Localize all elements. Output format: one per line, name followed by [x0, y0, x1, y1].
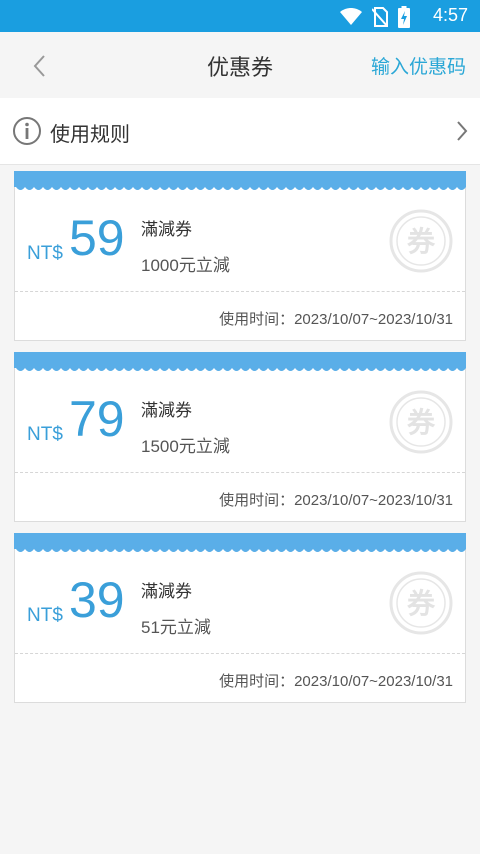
- back-button[interactable]: [28, 52, 52, 80]
- coupon-date-range: 2023/10/07~2023/10/31: [294, 311, 453, 328]
- chevron-right-icon: [457, 121, 468, 141]
- coupon-currency: NT$: [27, 424, 63, 445]
- coupon-amount: 79: [69, 391, 125, 447]
- coupon-stamp-text: 券: [407, 406, 436, 439]
- status-time: 4:57: [432, 5, 468, 25]
- coupon-description: 1500元立減: [141, 437, 230, 456]
- wifi-icon: [340, 8, 362, 25]
- coupon-currency: NT$: [27, 243, 63, 264]
- coupon-card[interactable]: NT$ 39 滿減券 51元立減 券 使用时间：2023/10/07~2023/…: [14, 533, 466, 703]
- coupon-description: 1000元立減: [141, 256, 230, 275]
- coupon-wave-edge: [14, 533, 466, 552]
- coupon-stamp-icon: 券: [389, 209, 453, 273]
- coupon-amount: 39: [69, 572, 125, 628]
- coupon-amount: 59: [69, 210, 125, 266]
- status-bar: 4:57: [0, 0, 480, 32]
- coupon-validity: 使用时间：2023/10/07~2023/10/31: [219, 489, 453, 510]
- coupon-date-label: 使用时间：: [219, 673, 295, 690]
- coupon-stamp-icon: 券: [389, 390, 453, 454]
- coupon-stamp-icon: 券: [389, 571, 453, 635]
- usage-rules-row[interactable]: 使用规则: [0, 98, 480, 165]
- coupon-divider: [15, 653, 465, 654]
- coupon-date-range: 2023/10/07~2023/10/31: [294, 492, 453, 509]
- usage-rules-label: 使用规则: [50, 124, 130, 146]
- coupon-type: 滿減券: [141, 582, 192, 601]
- coupon-wave-edge: [14, 171, 466, 190]
- coupon-date-label: 使用时间：: [219, 311, 295, 328]
- coupon-validity: 使用时间：2023/10/07~2023/10/31: [219, 670, 453, 691]
- coupon-type: 滿減券: [141, 401, 192, 420]
- info-icon: [13, 117, 41, 145]
- coupon-stamp-text: 券: [407, 225, 436, 258]
- coupon-divider: [15, 291, 465, 292]
- coupon-card[interactable]: NT$ 59 滿減券 1000元立減 券 使用时间：2023/10/07~202…: [14, 171, 466, 341]
- coupon-description: 51元立減: [141, 618, 211, 637]
- app-bar: 优惠券 输入优惠码: [0, 32, 480, 98]
- battery-charging-icon: [398, 6, 410, 28]
- coupon-validity: 使用时间：2023/10/07~2023/10/31: [219, 308, 453, 329]
- coupon-type: 滿減券: [141, 220, 192, 239]
- coupon-wave-edge: [14, 352, 466, 371]
- coupon-stamp-text: 券: [407, 587, 436, 620]
- coupon-card[interactable]: NT$ 79 滿減券 1500元立減 券 使用时间：2023/10/07~202…: [14, 352, 466, 522]
- coupon-divider: [15, 472, 465, 473]
- coupon-date-label: 使用时间：: [219, 492, 295, 509]
- coupon-currency: NT$: [27, 605, 63, 626]
- enter-promo-code-button[interactable]: 输入优惠码: [371, 52, 466, 79]
- no-sim-icon: [372, 7, 388, 27]
- coupon-date-range: 2023/10/07~2023/10/31: [294, 673, 453, 690]
